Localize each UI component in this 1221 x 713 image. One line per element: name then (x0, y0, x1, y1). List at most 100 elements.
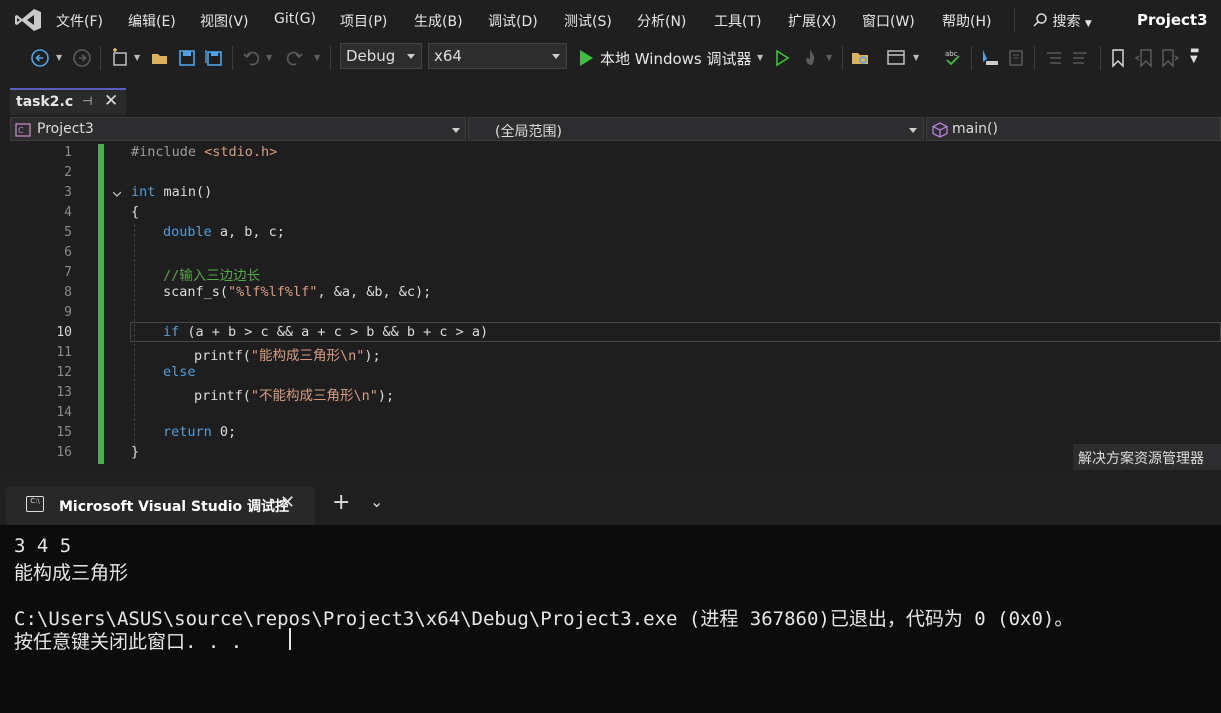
window-layout-icon[interactable] (886, 48, 906, 68)
solution-explorer-icon[interactable] (850, 48, 870, 68)
chevron-down-icon[interactable]: ▼ (826, 53, 832, 62)
code-line-3: int main() (131, 184, 213, 200)
member-dropdown[interactable]: main() (926, 117, 1221, 141)
spell-check-icon[interactable]: abc (943, 48, 963, 68)
line-number: 13 (56, 385, 72, 400)
navigation-bar: C Project3 (全局范围) main() (10, 117, 1221, 141)
line-number: 8 (64, 285, 72, 300)
undo-icon[interactable] (242, 48, 262, 68)
toolbar-overflow-icon[interactable]: ▬ ▼ (1190, 46, 1199, 65)
menu-window[interactable]: 窗口(W) (862, 11, 915, 31)
save-all-icon[interactable] (204, 48, 224, 68)
terminal-tab[interactable]: C:\ Microsoft Visual Studio 调试控 ✕ (6, 486, 315, 525)
chevron-down-icon (407, 54, 415, 59)
start-debugging-button[interactable]: 本地 Windows 调试器 (600, 48, 752, 69)
toolbar-divider (971, 46, 972, 70)
chevron-down-icon[interactable]: ▼ (757, 53, 763, 62)
text-cursor (289, 628, 291, 650)
chevron-down-icon[interactable]: ▼ (314, 53, 320, 62)
search-icon (1033, 13, 1047, 27)
save-icon[interactable] (177, 48, 197, 68)
line-number: 12 (56, 365, 72, 380)
console-line: 能构成三角形 (14, 562, 129, 584)
menu-debug[interactable]: 调试(D) (488, 11, 538, 31)
code-line-10: if (a + b > c && a + c > b && b + c > a) (163, 324, 489, 340)
line-number: 15 (56, 425, 72, 440)
uncomment-icon[interactable] (1070, 48, 1090, 68)
platform-select[interactable]: x64 (428, 43, 567, 69)
code-line-12: else (163, 364, 196, 380)
configuration-select[interactable]: Debug (340, 43, 422, 69)
code-line-16: } (131, 444, 140, 460)
step-into-icon[interactable] (980, 48, 1000, 68)
pin-icon[interactable]: ⊣ (82, 94, 92, 108)
menu-project[interactable]: 项目(P) (340, 11, 387, 31)
step-over-icon[interactable] (1006, 48, 1026, 68)
project-dropdown-label: Project3 (37, 121, 94, 137)
chevron-down-icon: ▼ (1084, 19, 1092, 29)
close-icon[interactable]: ✕ (104, 91, 118, 111)
menu-analyze[interactable]: 分析(N) (637, 11, 686, 31)
forward-navigate-icon[interactable] (72, 48, 92, 68)
code-line-7: //输入三边边长 (163, 268, 261, 284)
menu-edit[interactable]: 编辑(E) (128, 11, 176, 31)
search-label: 搜索 (1052, 14, 1081, 30)
menu-tools[interactable]: 工具(T) (714, 11, 761, 31)
chevron-down-icon[interactable]: ▼ (913, 53, 919, 62)
new-tab-icon[interactable]: + (332, 490, 350, 515)
start-without-debugging-icon[interactable] (772, 48, 792, 68)
play-icon[interactable] (576, 48, 596, 68)
terminal-tab-bar: C:\ Microsoft Visual Studio 调试控 ✕ + ⌄ (0, 476, 1221, 525)
chevron-down-icon[interactable]: ▼ (56, 53, 62, 62)
line-number: 14 (56, 405, 72, 420)
bookmark-icon[interactable] (1108, 48, 1128, 68)
configuration-value: Debug (346, 47, 396, 65)
redo-icon[interactable] (284, 48, 304, 68)
console-output[interactable]: 3 4 5 能构成三角形 C:\Users\ASUS\source\repos\… (0, 525, 1221, 713)
menu-help[interactable]: 帮助(H) (942, 11, 991, 31)
line-number: 6 (64, 245, 72, 260)
visual-studio-logo-icon (15, 9, 41, 31)
menu-git[interactable]: Git(G) (274, 11, 316, 27)
close-icon[interactable]: ✕ (280, 492, 295, 513)
menu-build[interactable]: 生成(B) (414, 11, 463, 31)
back-navigate-icon[interactable] (30, 48, 50, 68)
next-bookmark-icon[interactable] (1160, 48, 1180, 68)
chevron-down-icon[interactable]: ⌄ (370, 492, 383, 511)
code-editor[interactable]: 1 2 3 4 5 6 7 8 9 10 11 12 13 14 15 16 #… (10, 142, 1221, 472)
collapse-chevron-icon[interactable] (113, 190, 121, 198)
menu-bar: 文件(F) 编辑(E) 视图(V) Git(G) 项目(P) 生成(B) 调试(… (0, 0, 1221, 40)
menu-file[interactable]: 文件(F) (56, 11, 103, 31)
console-line: 按任意键关闭此窗口. . . (14, 631, 243, 653)
solution-explorer-tab[interactable]: 解决方案资源管理器 (1073, 444, 1221, 470)
chevron-down-icon[interactable]: ▼ (134, 53, 140, 62)
solution-explorer-label: 解决方案资源管理器 (1078, 451, 1204, 467)
toolbar: ▼ ▼ ▼ ▼ Debug x64 本地 Windows 调试器 ▼ ▼ ▼ a… (0, 40, 1221, 76)
code-line-8: scanf_s("%lf%lf%lf", &a, &b, &c); (163, 284, 432, 300)
line-number: 2 (64, 165, 72, 180)
scope-dropdown[interactable]: (全局范围) (468, 117, 924, 141)
new-project-icon[interactable] (110, 48, 130, 68)
open-folder-icon[interactable] (150, 48, 170, 68)
toolbar-divider (330, 46, 331, 70)
comment-out-icon[interactable] (1044, 48, 1064, 68)
menu-test[interactable]: 测试(S) (564, 11, 612, 31)
search-button[interactable]: 搜索 ▼ (1032, 10, 1092, 31)
previous-bookmark-icon[interactable] (1134, 48, 1154, 68)
chevron-down-icon[interactable]: ▼ (266, 53, 272, 62)
line-number: 5 (64, 225, 72, 240)
toolbar-divider (100, 46, 101, 70)
tab-task2-c[interactable]: task2.c ⊣ ✕ (10, 88, 126, 115)
menu-view[interactable]: 视图(V) (200, 11, 249, 31)
hot-reload-icon[interactable] (800, 48, 820, 68)
line-number: 11 (56, 345, 72, 360)
toolbar-divider (1034, 46, 1035, 70)
menu-extensions[interactable]: 扩展(X) (788, 11, 837, 31)
change-tracking-bar (98, 144, 104, 464)
code-line-4: { (131, 204, 140, 220)
project-dropdown[interactable]: C Project3 (10, 117, 466, 141)
line-number: 3 (64, 185, 72, 200)
toolbar-divider (842, 46, 843, 70)
code-line-1: #include <stdio.h> (131, 144, 278, 160)
console-icon: C:\ (26, 496, 44, 512)
